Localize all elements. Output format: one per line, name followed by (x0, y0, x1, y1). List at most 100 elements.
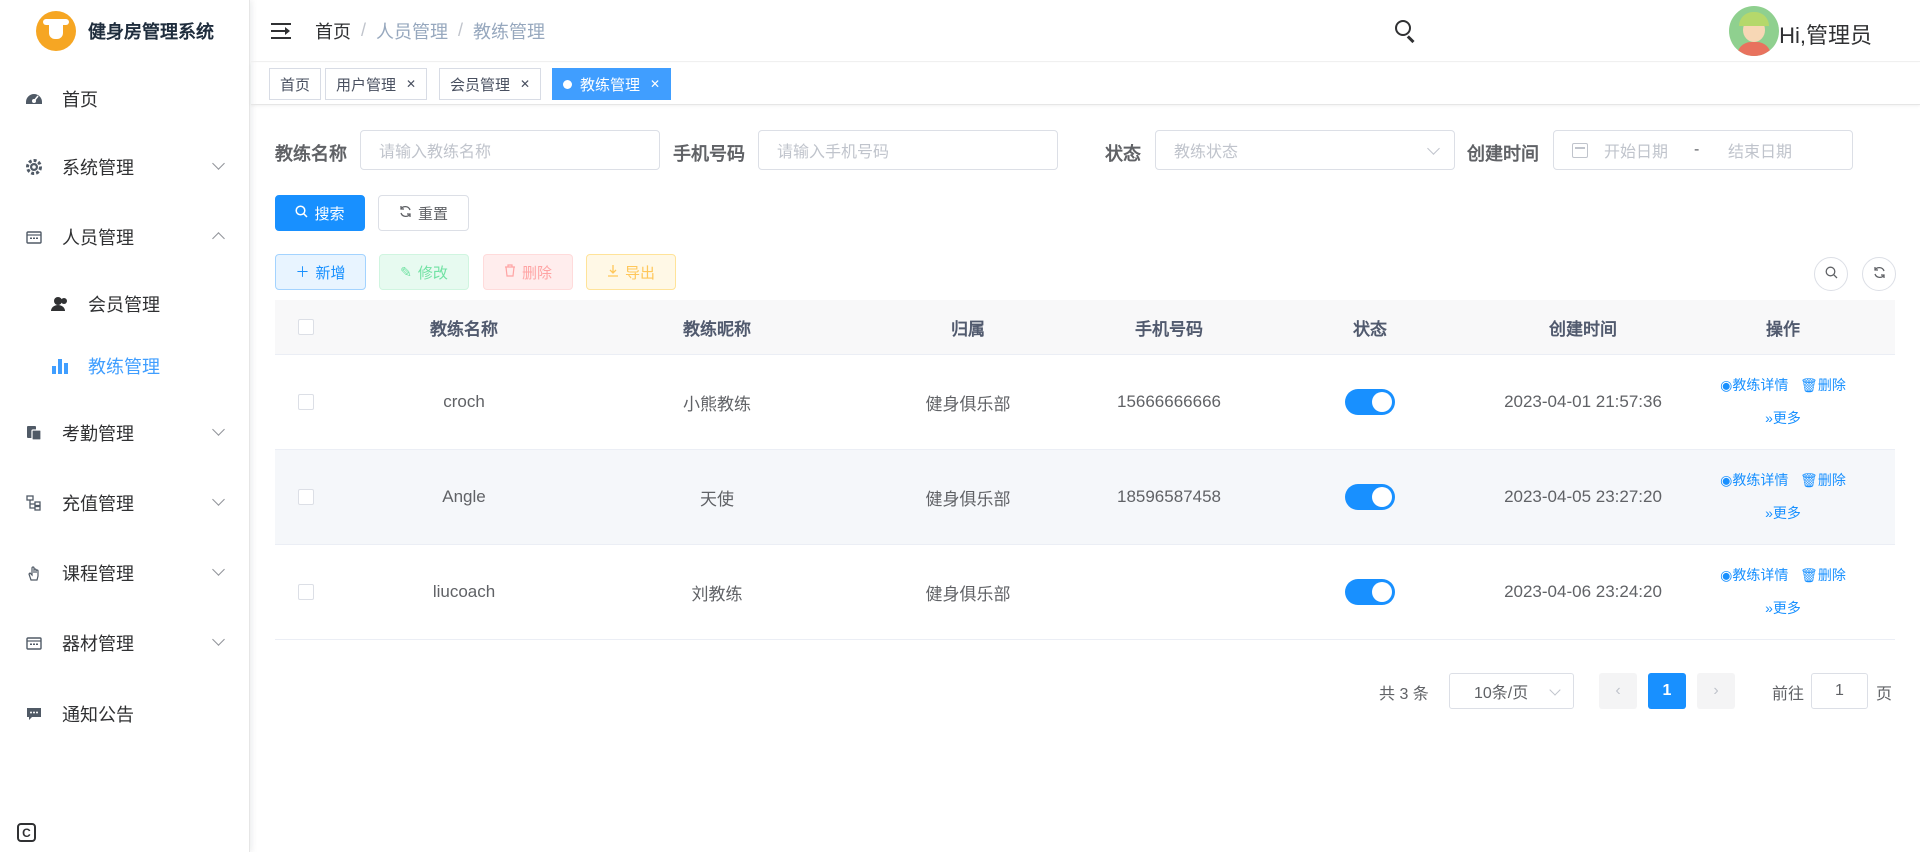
start-date-placeholder[interactable]: 开始日期 (1604, 138, 1694, 162)
prev-page-button[interactable]: ‹ (1599, 673, 1637, 709)
tag-member-management[interactable]: 会员管理 ✕ (439, 68, 542, 100)
table-row: croch 小熊教练 健身俱乐部 15666666666 2023-04-01 … (275, 355, 1895, 450)
nickname-cell: 刘教练 (691, 584, 743, 604)
row-actions: ◉教练详情 🗑删除 »更多 (1671, 464, 1895, 530)
refresh-icon (1873, 266, 1886, 282)
status-select[interactable]: 教练状态 (1155, 130, 1455, 170)
created-time-cell: 2023-04-06 23:24:20 (1504, 582, 1662, 601)
tag-user-management[interactable]: 用户管理 ✕ (325, 68, 428, 100)
close-icon[interactable]: ✕ (406, 77, 416, 91)
sidebar-item-personnel[interactable]: 人员管理 (0, 209, 249, 265)
coach-name-cell: croch (443, 392, 485, 411)
chevron-down-icon (212, 157, 225, 170)
chevron-up-icon (212, 232, 225, 245)
more-link[interactable]: »更多 (1765, 505, 1801, 521)
more-link[interactable]: »更多 (1765, 600, 1801, 616)
column-header: 操作 (1766, 319, 1800, 339)
clipboard-icon (24, 423, 44, 443)
detail-link[interactable]: ◉教练详情 (1720, 472, 1788, 488)
sidebar-item-label: 人员管理 (62, 228, 134, 248)
hamburger-icon[interactable] (271, 22, 291, 39)
toggle-search-button[interactable] (1814, 257, 1848, 291)
next-page-button[interactable]: › (1697, 673, 1735, 709)
app-title: 健身房管理系统 (88, 22, 214, 42)
delete-link[interactable]: 🗑删除 (1800, 567, 1846, 583)
tag-label: 教练管理 (580, 76, 641, 94)
plus-icon: ＋ (295, 264, 310, 280)
created-time-label: 创建时间 (1467, 144, 1539, 164)
breadcrumb-item[interactable]: 首页 (315, 18, 351, 44)
refresh-button[interactable] (1862, 257, 1896, 291)
sidebar-item-recharge[interactable]: 充值管理 (0, 475, 249, 531)
trash-icon: 🗑 (1800, 377, 1818, 393)
belong-cell: 健身俱乐部 (925, 489, 1011, 509)
tree-icon (24, 493, 44, 513)
sidebar-item-label: 通知公告 (62, 705, 134, 725)
delete-link[interactable]: 🗑删除 (1800, 472, 1846, 488)
export-button[interactable]: 导出 (586, 254, 676, 290)
date-range-picker[interactable]: 开始日期 - 结束日期 (1553, 130, 1853, 170)
button-label: 删除 (521, 264, 552, 282)
sidebar-item-course[interactable]: 课程管理 (0, 545, 249, 601)
tag-coach-management[interactable]: 教练管理 ✕ (552, 68, 672, 100)
sidebar-item-label: 课程管理 (62, 564, 134, 584)
column-header: 归属 (951, 319, 985, 339)
status-switch[interactable] (1345, 389, 1395, 415)
range-separator: - (1694, 141, 1700, 158)
add-button[interactable]: ＋ 新增 (275, 254, 366, 290)
sidebar-item-coaches[interactable]: 教练管理 (0, 338, 249, 394)
row-checkbox[interactable] (298, 394, 314, 410)
table-row: Angle 天使 健身俱乐部 18596587458 2023-04-05 23… (275, 450, 1895, 545)
sidebar-item-attendance[interactable]: 考勤管理 (0, 405, 249, 461)
user-icon (50, 296, 70, 312)
column-header: 教练昵称 (683, 319, 751, 339)
logo-icon (36, 11, 76, 51)
reset-button[interactable]: 重置 (378, 195, 469, 231)
page-size-select[interactable]: 10条/页 (1449, 673, 1574, 709)
calendar-icon (24, 633, 44, 653)
belong-cell: 健身俱乐部 (925, 584, 1011, 604)
tag-home[interactable]: 首页 (269, 68, 322, 100)
detail-link[interactable]: ◉教练详情 (1720, 377, 1788, 393)
select-all-checkbox[interactable] (298, 319, 314, 335)
search-button[interactable]: 搜索 (275, 195, 365, 231)
search-icon[interactable] (1395, 20, 1415, 43)
chart-icon (50, 358, 70, 374)
collapse-icon[interactable]: C (17, 823, 36, 842)
chevron-right-icon: › (1713, 682, 1719, 699)
phone-input[interactable]: 请输入手机号码 (758, 130, 1058, 170)
dashboard-icon (24, 89, 44, 109)
detail-label: 教练详情 (1732, 472, 1789, 488)
detail-link[interactable]: ◉教练详情 (1720, 567, 1788, 583)
goto-page-input[interactable]: 1 (1811, 673, 1868, 709)
eye-icon: ◉ (1720, 567, 1733, 583)
status-switch[interactable] (1345, 484, 1395, 510)
end-date-placeholder[interactable]: 结束日期 (1728, 138, 1792, 162)
button-label: 导出 (624, 264, 655, 282)
avatar[interactable] (1729, 6, 1779, 56)
active-dot-icon (563, 79, 572, 89)
chevron-down-icon (212, 563, 225, 576)
delete-link[interactable]: 🗑删除 (1800, 377, 1846, 393)
more-link[interactable]: »更多 (1765, 410, 1801, 426)
status-switch[interactable] (1345, 579, 1395, 605)
sidebar-item-notice[interactable]: 通知公告 (0, 686, 249, 742)
coach-name-input[interactable]: 请输入教练名称 (360, 130, 660, 170)
sidebar-item-equipment[interactable]: 器材管理 (0, 615, 249, 671)
sidebar-item-label: 会员管理 (88, 295, 160, 315)
delete-button[interactable]: 删除 (483, 254, 573, 290)
sidebar-item-system[interactable]: 系统管理 (0, 139, 249, 195)
sidebar-item-members[interactable]: 会员管理 (0, 276, 249, 332)
row-checkbox[interactable] (298, 584, 314, 600)
edit-button[interactable]: ✎ 修改 (379, 254, 469, 290)
row-checkbox[interactable] (298, 489, 314, 505)
close-icon[interactable]: ✕ (650, 77, 660, 91)
chevron-down-icon (212, 633, 225, 646)
page-number-button[interactable]: 1 (1648, 673, 1686, 709)
chevron-down-icon (212, 423, 225, 436)
close-icon[interactable]: ✕ (520, 77, 530, 91)
user-greeting[interactable]: Hi,管理员 (1779, 18, 1872, 50)
chevron-down-icon (1549, 684, 1561, 696)
sidebar-item-home[interactable]: 首页 (0, 71, 249, 127)
eye-icon: ◉ (1720, 472, 1733, 488)
